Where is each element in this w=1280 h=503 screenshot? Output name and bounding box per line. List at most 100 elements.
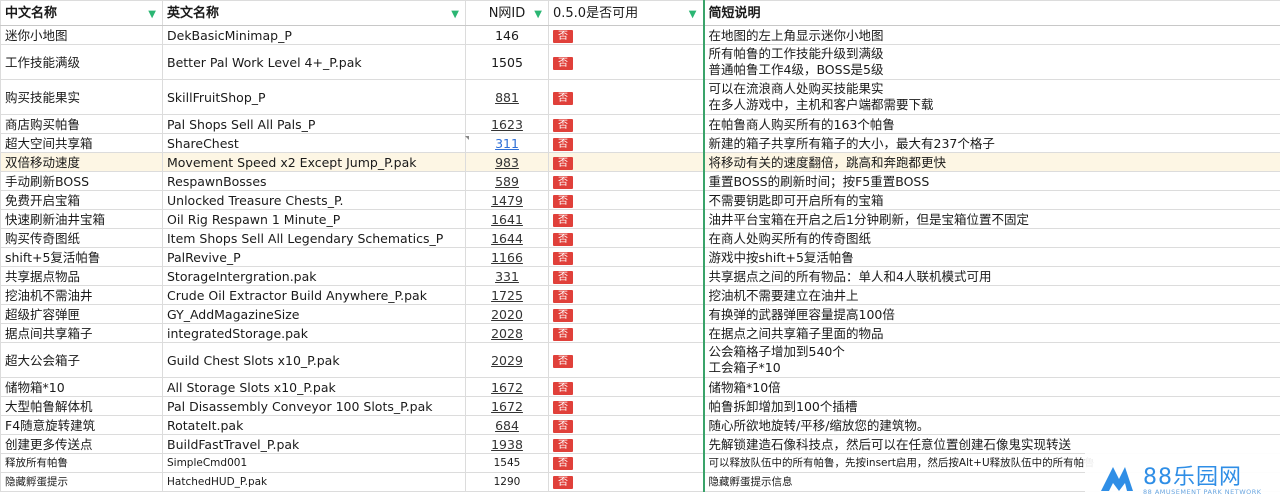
cell-cn-name[interactable]: 释放所有帕鲁 xyxy=(0,453,163,473)
cell-cn-name[interactable]: 共享据点物品 xyxy=(0,266,163,286)
cell-description[interactable]: 公会箱格子增加到540个 工会箱子*10 xyxy=(702,342,1280,378)
table-row[interactable]: 购买技能果实 SkillFruitShop_P 881 否 可以在流浪商人处购买技能果实… xyxy=(0,79,1280,115)
cell-available[interactable]: 否 xyxy=(548,472,704,492)
cell-available[interactable]: 否 xyxy=(548,25,704,45)
cell-description[interactable]: 游戏中按shift+5复活帕鲁 xyxy=(702,247,1280,267)
cell-cn-name[interactable]: 双倍移动速度 xyxy=(0,152,163,172)
table-row[interactable]: 超大公会箱子 Guild Chest Slots x10_P.pak 2029 否 公会… xyxy=(0,342,1280,378)
cell-nexus-id[interactable]: 1672 xyxy=(465,396,549,416)
cell-available[interactable]: 否 xyxy=(548,266,704,286)
cell-en-name[interactable]: GY_AddMagazineSize xyxy=(162,304,466,324)
cell-available[interactable]: 否 xyxy=(548,114,704,134)
cell-nexus-id[interactable]: 331 xyxy=(465,266,549,286)
cell-description[interactable]: 在据点之间共享箱子里面的物品 xyxy=(702,323,1280,343)
cell-available[interactable]: 否 xyxy=(548,190,704,210)
table-row[interactable]: 大型帕鲁解体机 Pal Disassembly Conveyor 100 Slot… xyxy=(0,396,1280,416)
cell-en-name[interactable]: Pal Disassembly Conveyor 100 Slots_P.pak xyxy=(162,396,466,416)
table-row[interactable]: 共享据点物品 StorageIntergration.pak 331 否 共享据点之间的… xyxy=(0,266,1280,286)
table-row[interactable]: 工作技能满级 Better Pal Work Level 4+_P.pak 1505… xyxy=(0,44,1280,80)
table-row[interactable]: 迷你小地图 DekBasicMinimap_P 146 否 在地图的左上角显示迷你小地图 xyxy=(0,25,1280,45)
header-nexus-id[interactable]: N网ID ▼ xyxy=(465,0,549,26)
cell-nexus-id[interactable]: 1166 xyxy=(465,247,549,267)
table-row[interactable]: 双倍移动速度 Movement Speed x2 Except Jump_P.pa… xyxy=(0,152,1280,172)
cell-en-name[interactable]: RotateIt.pak xyxy=(162,415,466,435)
cell-cn-name[interactable]: 储物箱*10 xyxy=(0,377,163,397)
header-description[interactable]: 简短说明 xyxy=(702,0,1280,26)
cell-cn-name[interactable]: 据点间共享箱子 xyxy=(0,323,163,343)
cell-nexus-id[interactable]: 1623 xyxy=(465,114,549,134)
cell-nexus-id[interactable]: 311 xyxy=(465,133,549,153)
cell-cn-name[interactable]: shift+5复活帕鲁 xyxy=(0,247,163,267)
cell-cn-name[interactable]: 快速刷新油井宝箱 xyxy=(0,209,163,229)
cell-description[interactable]: 不需要钥匙即可开启所有的宝箱 xyxy=(702,190,1280,210)
cell-nexus-id[interactable]: 983 xyxy=(465,152,549,172)
cell-en-name[interactable]: PalRevive_P xyxy=(162,247,466,267)
cell-description[interactable]: 挖油机不需要建立在油井上 xyxy=(702,285,1280,305)
cell-available[interactable]: 否 xyxy=(548,152,704,172)
cell-available[interactable]: 否 xyxy=(548,434,704,454)
cell-cn-name[interactable]: 购买传奇图纸 xyxy=(0,228,163,248)
cell-en-name[interactable]: Pal Shops Sell All Pals_P xyxy=(162,114,466,134)
cell-description[interactable]: 有换弹的武器弹匣容量提高100倍 xyxy=(702,304,1280,324)
cell-en-name[interactable]: Item Shops Sell All Legendary Schematics… xyxy=(162,228,466,248)
cell-nexus-id[interactable]: 1641 xyxy=(465,209,549,229)
cell-available[interactable]: 否 xyxy=(548,342,704,378)
cell-cn-name[interactable]: 超大公会箱子 xyxy=(0,342,163,378)
filter-icon[interactable]: ▼ xyxy=(534,7,542,22)
cell-description[interactable]: 可以在流浪商人处购买技能果实 在多人游戏中，主机和客户端都需要下载 xyxy=(702,79,1280,115)
cell-en-name[interactable]: BuildFastTravel_P.pak xyxy=(162,434,466,454)
cell-available[interactable]: 否 xyxy=(548,304,704,324)
cell-available[interactable]: 否 xyxy=(548,377,704,397)
cell-cn-name[interactable]: 超大空间共享箱 xyxy=(0,133,163,153)
cell-nexus-id[interactable]: 589 xyxy=(465,171,549,191)
cell-available[interactable]: 否 xyxy=(548,209,704,229)
cell-cn-name[interactable]: 超级扩容弹匣 xyxy=(0,304,163,324)
cell-description[interactable]: 共享据点之间的所有物品：单人和4人联机模式可用 xyxy=(702,266,1280,286)
cell-nexus-id[interactable]: 2029 xyxy=(465,342,549,378)
table-row[interactable]: 手动刷新BOSS RespawnBosses 589 否 重置BOSS的刷新时间；按F5… xyxy=(0,171,1280,191)
cell-nexus-id[interactable]: 146 xyxy=(465,25,549,45)
cell-cn-name[interactable]: 免费开启宝箱 xyxy=(0,190,163,210)
table-row[interactable]: 免费开启宝箱 Unlocked Treasure Chests_P. 1479 否 不需… xyxy=(0,190,1280,210)
header-available[interactable]: 0.5.0是否可用 ▼ xyxy=(548,0,704,26)
cell-available[interactable]: 否 xyxy=(548,79,704,115)
cell-available[interactable]: 否 xyxy=(548,323,704,343)
cell-cn-name[interactable]: 挖油机不需油井 xyxy=(0,285,163,305)
cell-cn-name[interactable]: 创建更多传送点 xyxy=(0,434,163,454)
cell-available[interactable]: 否 xyxy=(548,453,704,473)
table-row[interactable]: 商店购买帕鲁 Pal Shops Sell All Pals_P 1623 否 在帕鲁商… xyxy=(0,114,1280,134)
table-row[interactable]: 储物箱*10 All Storage Slots x10_P.pak 1672 否 储物… xyxy=(0,377,1280,397)
cell-description[interactable]: 将移动有关的速度翻倍，跳高和奔跑都更快 xyxy=(702,152,1280,172)
cell-en-name[interactable]: Better Pal Work Level 4+_P.pak xyxy=(162,44,466,80)
cell-available[interactable]: 否 xyxy=(548,171,704,191)
cell-cn-name[interactable]: 迷你小地图 xyxy=(0,25,163,45)
cell-description[interactable]: 在商人处购买所有的传奇图纸 xyxy=(702,228,1280,248)
header-cn-name[interactable]: 中文名称 ▼ xyxy=(0,0,163,26)
cell-nexus-id[interactable]: 1672 xyxy=(465,377,549,397)
cell-nexus-id[interactable]: 684 xyxy=(465,415,549,435)
cell-en-name[interactable]: ShareChest xyxy=(162,133,466,153)
cell-available[interactable]: 否 xyxy=(548,247,704,267)
table-row[interactable]: 创建更多传送点 BuildFastTravel_P.pak 1938 否 先解锁建造石像… xyxy=(0,434,1280,454)
cell-description[interactable]: 重置BOSS的刷新时间；按F5重置BOSS xyxy=(702,171,1280,191)
header-en-name[interactable]: 英文名称 ▼ xyxy=(162,0,466,26)
cell-available[interactable]: 否 xyxy=(548,415,704,435)
table-row[interactable]: 超大空间共享箱 ShareChest 311 否 新建的箱子共享所有箱子的大小，最大有2… xyxy=(0,133,1280,153)
cell-en-name[interactable]: RespawnBosses xyxy=(162,171,466,191)
cell-en-name[interactable]: Unlocked Treasure Chests_P. xyxy=(162,190,466,210)
filter-icon[interactable]: ▼ xyxy=(689,7,697,22)
cell-cn-name[interactable]: F4随意旋转建筑 xyxy=(0,415,163,435)
cell-nexus-id[interactable]: 2028 xyxy=(465,323,549,343)
cell-description[interactable]: 帕鲁拆卸增加到100个插槽 xyxy=(702,396,1280,416)
cell-cn-name[interactable]: 商店购买帕鲁 xyxy=(0,114,163,134)
cell-description[interactable]: 所有帕鲁的工作技能升级到满级 普通帕鲁工作4级，BOSS是5级 xyxy=(702,44,1280,80)
cell-available[interactable]: 否 xyxy=(548,396,704,416)
filter-icon[interactable]: ▼ xyxy=(148,7,156,22)
cell-nexus-id[interactable]: 1545 xyxy=(465,453,549,473)
cell-nexus-id[interactable]: 1290 xyxy=(465,472,549,492)
cell-en-name[interactable]: Oil Rig Respawn 1 Minute_P xyxy=(162,209,466,229)
cell-en-name[interactable]: SimpleCmd001 xyxy=(162,453,466,473)
cell-available[interactable]: 否 xyxy=(548,285,704,305)
cell-en-name[interactable]: Guild Chest Slots x10_P.pak xyxy=(162,342,466,378)
cell-available[interactable]: 否 xyxy=(548,44,704,80)
